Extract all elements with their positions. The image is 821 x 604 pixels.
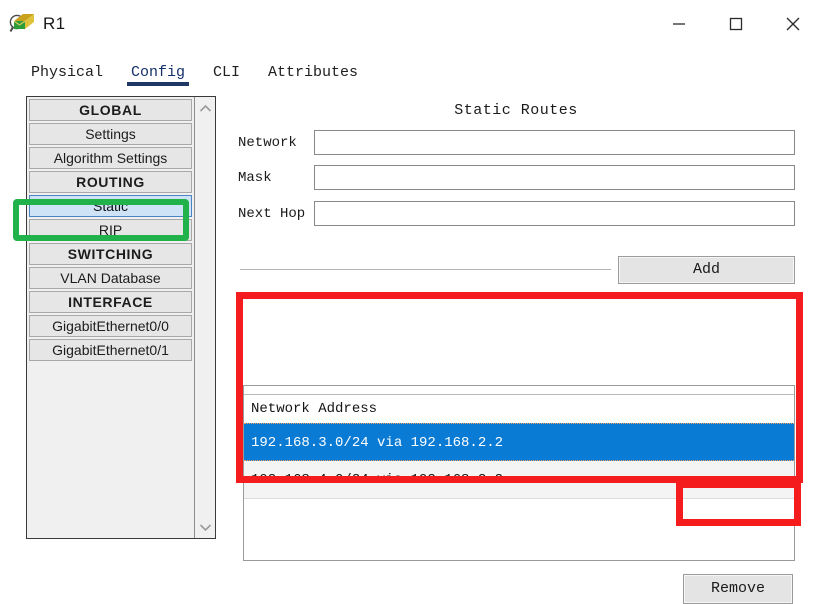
sidebar-group-switching: SWITCHING — [29, 243, 192, 265]
panel-title: Static Routes — [454, 102, 578, 119]
title-bar: R1 — [0, 0, 821, 47]
mask-input[interactable] — [314, 165, 795, 190]
next-hop-input[interactable] — [314, 201, 795, 226]
sidebar-scrollbar[interactable] — [194, 97, 215, 538]
network-field-row: Network — [238, 130, 795, 155]
remove-button[interactable]: Remove — [683, 574, 793, 604]
table-top-strip — [244, 386, 794, 395]
config-content-area: GLOBAL Settings Algorithm Settings ROUTI… — [0, 86, 821, 604]
form-divider — [240, 269, 611, 270]
chevron-down-icon[interactable] — [195, 516, 216, 538]
config-sidebar-list: GLOBAL Settings Algorithm Settings ROUTI… — [27, 97, 194, 538]
sidebar-item-gigabitethernet0-1[interactable]: GigabitEthernet0/1 — [29, 339, 192, 361]
sidebar-item-static[interactable]: Static — [29, 195, 192, 217]
tab-cli[interactable]: CLI — [207, 62, 246, 86]
router-inspect-icon — [9, 12, 35, 36]
window-controls — [650, 0, 821, 47]
network-label: Network — [238, 134, 297, 151]
sidebar-item-settings[interactable]: Settings — [29, 123, 192, 145]
mask-label: Mask — [238, 169, 272, 186]
sidebar-group-interface: INTERFACE — [29, 291, 192, 313]
title-bar-left: R1 — [0, 12, 650, 36]
sidebar-item-gigabitethernet0-0[interactable]: GigabitEthernet0/0 — [29, 315, 192, 337]
next-hop-field-row: Next Hop — [238, 201, 795, 226]
sidebar-group-global: GLOBAL — [29, 99, 192, 121]
tab-config[interactable]: Config — [125, 62, 191, 86]
config-sidebar: GLOBAL Settings Algorithm Settings ROUTI… — [26, 96, 216, 539]
mask-field-row: Mask — [238, 165, 795, 190]
chevron-up-icon[interactable] — [195, 97, 216, 119]
sidebar-item-vlan-database[interactable]: VLAN Database — [29, 267, 192, 289]
tab-physical[interactable]: Physical — [25, 62, 109, 86]
sidebar-item-algorithm-settings[interactable]: Algorithm Settings — [29, 147, 192, 169]
table-empty-space — [244, 499, 794, 560]
maximize-icon[interactable] — [707, 0, 764, 47]
sidebar-item-rip[interactable]: RIP — [29, 219, 192, 241]
network-input[interactable] — [314, 130, 795, 155]
static-routes-table: Network Address 192.168.3.0/24 via 192.1… — [243, 385, 795, 561]
device-config-window: R1 Physical Config CLI Attributes GLOBAL… — [0, 0, 821, 604]
minimize-icon[interactable] — [650, 0, 707, 47]
table-row[interactable]: 192.168.4.0/24 via 192.168.2.2 — [244, 461, 794, 499]
window-title: R1 — [43, 13, 66, 33]
table-row[interactable]: 192.168.3.0/24 via 192.168.2.2 — [244, 423, 794, 461]
sidebar-group-routing: ROUTING — [29, 171, 192, 193]
close-icon[interactable] — [764, 0, 821, 47]
tab-bar: Physical Config CLI Attributes — [11, 56, 810, 86]
next-hop-label: Next Hop — [238, 205, 306, 222]
tab-attributes[interactable]: Attributes — [262, 62, 364, 86]
table-column-header-network-address: Network Address — [244, 395, 794, 423]
add-button[interactable]: Add — [618, 256, 795, 284]
